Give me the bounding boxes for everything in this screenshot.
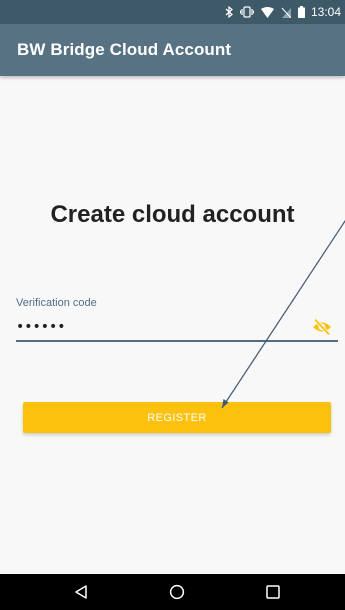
wifi-icon [260,6,274,18]
app-title: BW Bridge Cloud Account [17,40,232,59]
vibrate-icon [239,6,254,18]
battery-icon [297,6,305,18]
verification-code-label: Verification code [16,297,97,309]
no-sim-icon [281,7,291,18]
back-icon[interactable] [71,582,91,602]
recents-icon[interactable] [263,582,283,602]
eye-off-icon[interactable] [311,318,333,336]
page-heading: Create cloud account [50,201,295,228]
app-bar: BW Bridge Cloud Account [0,24,345,76]
register-button[interactable]: REGISTER [23,402,331,433]
bluetooth-icon [225,6,233,18]
nav-bar [0,574,345,610]
field-underline [16,340,338,342]
status-time: 13:04 [310,5,341,19]
verification-code-input[interactable] [16,316,306,338]
home-icon[interactable] [167,582,187,602]
status-bar: 13:04 [0,0,345,24]
